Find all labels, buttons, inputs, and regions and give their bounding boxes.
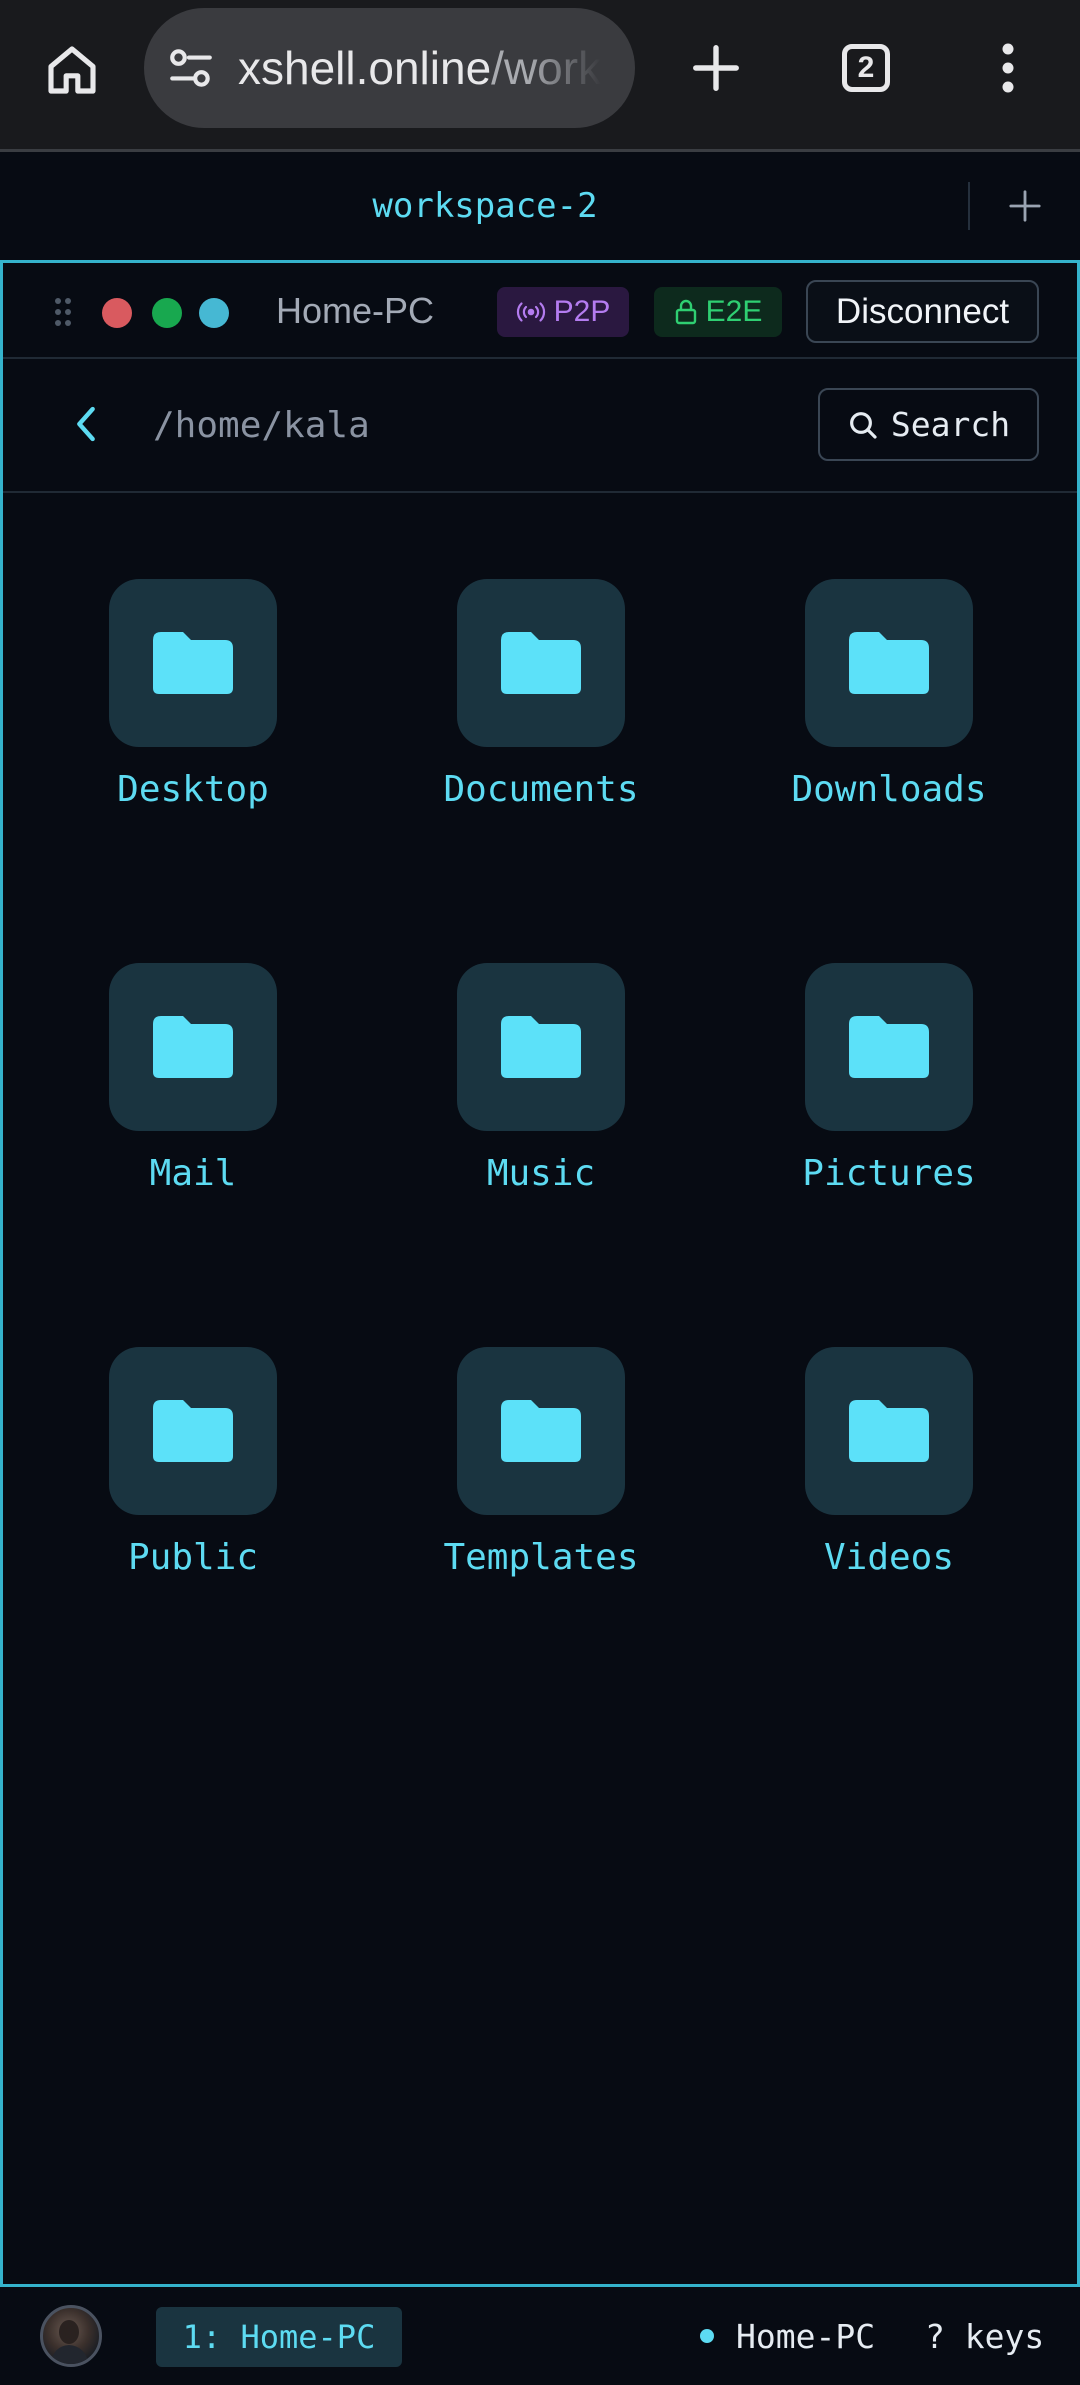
folder-icon [805, 963, 973, 1131]
close-window-dot[interactable] [102, 298, 132, 328]
host-name: Home-PC [276, 290, 435, 331]
p2p-badge: P2P [497, 287, 629, 337]
site-settings-icon[interactable] [166, 43, 216, 93]
folder-label: Public [127, 1537, 259, 1578]
avatar[interactable] [40, 2305, 102, 2367]
path-bar: /home/kala Search [3, 359, 1077, 493]
connection-header: Home-PC P2P E2E Disconnect [3, 263, 1077, 359]
maximize-window-dot[interactable] [152, 298, 182, 328]
drag-handle-icon[interactable] [53, 296, 73, 328]
folder-item-documents[interactable]: Documents [390, 579, 660, 839]
search-label: Search [890, 405, 1011, 444]
folder-item-music[interactable]: Music [390, 963, 660, 1223]
folder-label: Downloads [791, 769, 987, 810]
folder-item-downloads[interactable]: Downloads [738, 579, 1008, 839]
tab-switcher-button[interactable]: 2 [830, 32, 902, 104]
folder-icon [457, 1347, 625, 1515]
more-menu-icon[interactable] [972, 32, 1044, 104]
folder-icon [805, 579, 973, 747]
tab-count: 2 [842, 44, 890, 92]
address-bar[interactable]: xshell.online/work [144, 8, 635, 128]
home-icon[interactable] [36, 34, 108, 106]
folder-icon [457, 579, 625, 747]
folder-label: Pictures [802, 1153, 976, 1194]
divider [968, 182, 970, 230]
folder-icon [109, 963, 277, 1131]
folder-item-desktop[interactable]: Desktop [42, 579, 312, 839]
folder-icon [457, 963, 625, 1131]
add-workspace-icon[interactable] [995, 176, 1055, 236]
status-bar: 1: Home-PC Home-PC ? keys [0, 2287, 1080, 2385]
folder-item-public[interactable]: Public [42, 1347, 312, 1607]
keys-help-button[interactable]: ? keys [925, 2287, 1044, 2385]
tab-workspace-2[interactable]: workspace-2 [0, 152, 970, 260]
session-panel: Home-PC P2P E2E Disconnect /home/kala Se… [0, 260, 1080, 2287]
session-tab-1[interactable]: 1: Home-PC [156, 2307, 402, 2367]
folder-item-videos[interactable]: Videos [738, 1347, 1008, 1607]
status-dot-icon [700, 2329, 714, 2343]
workspace-tab-strip: workspace-2 [0, 152, 1080, 260]
folder-icon [109, 579, 277, 747]
folder-label: Music [486, 1153, 596, 1194]
p2p-label: P2P [553, 295, 611, 328]
folder-item-templates[interactable]: Templates [390, 1347, 660, 1607]
browser-toolbar: xshell.online/work 2 [0, 0, 1080, 152]
folder-label: Videos [823, 1537, 955, 1578]
disconnect-button[interactable]: Disconnect [806, 280, 1039, 343]
back-chevron-icon[interactable] [61, 399, 111, 449]
status-host-label: Home-PC [736, 2316, 876, 2356]
e2e-badge: E2E [654, 287, 782, 337]
folder-label: Templates [443, 1537, 639, 1578]
new-tab-icon[interactable] [680, 32, 752, 104]
search-button[interactable]: Search [818, 388, 1039, 461]
folder-label: Mail [149, 1153, 237, 1194]
folder-icon [805, 1347, 973, 1515]
status-window-dot[interactable] [199, 298, 229, 328]
lock-icon [675, 299, 696, 325]
current-path: /home/kala [153, 404, 370, 446]
search-icon [849, 411, 877, 439]
folder-item-mail[interactable]: Mail [42, 963, 312, 1223]
folder-label: Documents [443, 769, 639, 810]
folder-icon [109, 1347, 277, 1515]
e2e-label: E2E [705, 295, 763, 328]
broadcast-icon [516, 302, 545, 322]
folder-item-pictures[interactable]: Pictures [738, 963, 1008, 1223]
url-text: xshell.online/work [238, 42, 602, 94]
folder-label: Desktop [117, 769, 269, 810]
connection-status: Home-PC [700, 2287, 875, 2385]
